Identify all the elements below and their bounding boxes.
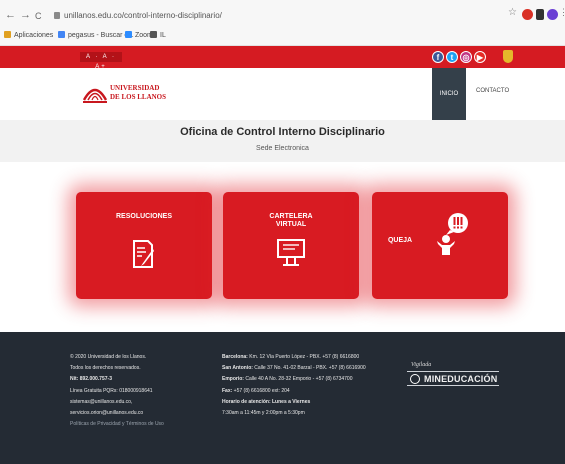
browser-chrome: ← → C unillanos.edu.co/control-interno-d…: [0, 0, 565, 46]
mineducacion-logo[interactable]: MINEDUCACIÓN: [407, 371, 499, 386]
footer-fax: Fax: +57 (8) 6616800 ext: 204: [222, 387, 290, 394]
back-button[interactable]: ←: [5, 8, 16, 22]
footer-contact-column: Barcelona: Km. 12 Vía Puerto López - PBX…: [222, 352, 366, 419]
lock-icon: [54, 12, 60, 19]
footer-info-column: © 2020 Universidad de los Llanos. Todos …: [70, 352, 164, 430]
footer-privacy-link[interactable]: Políticas de Privacidad y Términos de Us…: [70, 419, 164, 430]
bookmark-pegasus[interactable]: pegasus - Buscar c...: [58, 27, 134, 44]
card-label: RESOLUCIONES: [115, 213, 172, 220]
vigilada-label: Vigilada: [411, 362, 432, 368]
browser-menu-icon[interactable]: ⋮: [559, 7, 565, 18]
page-subtitle: Sede Electronica: [256, 145, 309, 152]
facebook-icon[interactable]: f: [432, 51, 444, 63]
top-red-bar: A · A · A+ f t ◎ ▶: [0, 46, 565, 70]
main-content: RESOLUCIONES CARTELERA VIRTUAL QUEJA: [0, 162, 565, 332]
url-text: unillanos.edu.co/control-interno-discipl…: [64, 11, 222, 20]
title-band: Oficina de Control Interno Disciplinario…: [0, 120, 565, 162]
card-resoluciones[interactable]: RESOLUCIONES: [76, 192, 212, 299]
footer-copyright: © 2020 Universidad de los Llanos.: [70, 354, 147, 360]
twitter-icon[interactable]: t: [446, 51, 458, 63]
footer-hours: 7:30am a 11:45m y 2:00pm a 5:30pm: [222, 410, 305, 417]
billboard-icon: [277, 239, 305, 266]
extensions-puzzle-icon[interactable]: [536, 9, 544, 20]
bookmark-apps[interactable]: Aplicaciones: [4, 27, 53, 44]
extension-shield-icon[interactable]: [522, 9, 533, 20]
font-size-controls[interactable]: A · A · A+: [80, 52, 122, 70]
card-label-line1: CARTELERA: [269, 213, 313, 220]
zoom-icon: [125, 31, 132, 38]
apps-grid-icon: [4, 31, 11, 38]
footer-nit: Nit: 892.000.757-3: [70, 376, 112, 383]
forward-button[interactable]: →: [20, 8, 31, 22]
document-pen-icon: [133, 240, 154, 268]
footer-email-servicios[interactable]: servicios.orion@unillanos.edu.co: [70, 408, 164, 419]
card-cartelera-virtual[interactable]: CARTELERA VIRTUAL: [223, 192, 359, 299]
card-label-line2: VIRTUAL: [275, 221, 307, 228]
address-bar[interactable]: unillanos.edu.co/control-interno-discipl…: [54, 7, 474, 24]
page: ← → C unillanos.edu.co/control-interno-d…: [0, 0, 565, 464]
google-icon: [58, 31, 65, 38]
complaint-person-icon: [437, 213, 468, 255]
bookmark-star-icon[interactable]: ☆: [508, 7, 517, 18]
footer-barcelona: Barcelona: Km. 12 Vía Puerto López - PBX…: [222, 354, 360, 360]
profile-avatar[interactable]: [547, 9, 558, 20]
footer-email-sistemas[interactable]: sistemas@unillanos.edu.co,: [70, 397, 164, 408]
site-header: UNIVERSIDAD DE LOS LLANOS INICIO CONTACT…: [0, 68, 565, 120]
footer-san-antonio: San Antonio: Calle 37 No. 41-02 Barzal -…: [222, 365, 366, 372]
footer-hours-title: Horario de atención: Lunes a Viernes: [222, 398, 311, 405]
nav-inicio[interactable]: INICIO: [432, 68, 466, 120]
reload-button[interactable]: C: [35, 9, 42, 23]
youtube-icon[interactable]: ▶: [474, 51, 486, 63]
university-logo-icon[interactable]: [82, 82, 108, 106]
bookmarks-bar: Aplicaciones pegasus - Buscar c... Zoom …: [0, 27, 565, 44]
mineducacion-seal-icon: [410, 374, 420, 384]
site-footer: © 2020 Universidad de los Llanos. Todos …: [0, 332, 565, 464]
footer-rights: Todos los derechos reservados.: [70, 365, 141, 372]
bookmark-il[interactable]: IL: [150, 27, 166, 44]
footer-pqrs-line: Línea Gratuita PQRs: 018000918641: [70, 387, 153, 394]
page-title: Oficina de Control Interno Disciplinario: [180, 126, 385, 138]
instagram-icon[interactable]: ◎: [460, 51, 472, 63]
footer-emporio: Emporio: Calle 40 A No. 28-32 Emporio - …: [222, 376, 353, 383]
university-logo-text[interactable]: UNIVERSIDAD DE LOS LLANOS: [110, 84, 166, 102]
nav-contacto[interactable]: CONTACTO: [476, 88, 509, 94]
browser-toolbar: ← → C unillanos.edu.co/control-interno-d…: [0, 5, 565, 27]
colombia-shield-icon[interactable]: [503, 50, 513, 63]
globe-icon: [150, 31, 157, 38]
bookmark-zoom[interactable]: Zoom: [125, 27, 153, 44]
card-queja[interactable]: QUEJA: [372, 192, 508, 299]
